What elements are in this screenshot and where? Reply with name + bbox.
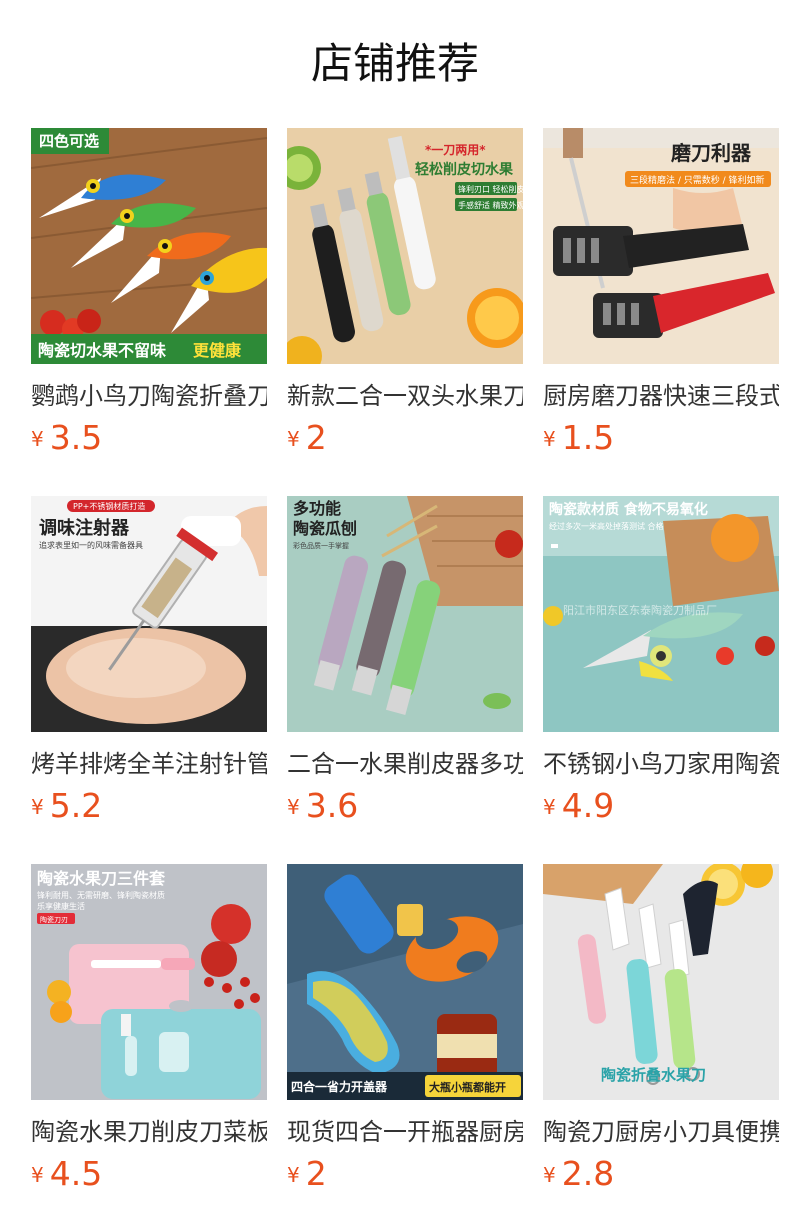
image-headline: 多功能: [293, 499, 341, 518]
image-text-top: *一刀两用*: [425, 143, 486, 157]
currency-symbol: ¥: [543, 1163, 556, 1187]
currency-symbol: ¥: [31, 1163, 44, 1187]
price-amount: 2: [305, 1154, 327, 1193]
image-sub: 追求表里如一的风味需备器具: [39, 540, 143, 550]
image-headline: 磨刀利器: [671, 141, 752, 165]
image-headline: 调味注射器: [39, 517, 130, 539]
image-caption: 大瓶小瓶都能开: [429, 1080, 506, 1094]
product-price: ¥4.9: [543, 786, 614, 830]
price-amount: 4.9: [561, 786, 615, 825]
product-image[interactable]: 陶瓷水果刀三件套 锋利耐用、无需研磨、锋利陶瓷材质 乐享健康生活 陶瓷刀刃: [31, 864, 267, 1100]
product-name[interactable]: 不锈钢小鸟刀家用陶瓷刀: [543, 746, 779, 782]
image-headline: 陶瓷款材质 食物不易氧化: [549, 501, 708, 518]
currency-symbol: ¥: [31, 795, 44, 819]
product-image[interactable]: 阳江市阳东区东泰陶瓷刀制品厂 陶瓷款材质 食物不易氧化 经过多次一米高处掉落测试…: [543, 496, 779, 732]
product-name[interactable]: 现货四合一开瓶器厨房工具: [287, 1114, 523, 1150]
product-name[interactable]: 烤羊排烤全羊注射针管: [31, 746, 267, 782]
product-image[interactable]: 多功能 陶瓷瓜刨 彩色品质一手掌握: [287, 496, 523, 732]
product-image[interactable]: 磨刀利器 三段精磨法 / 只需数秒 / 锋利如新: [543, 128, 779, 364]
product-name[interactable]: 新款二合一双头水果刀: [287, 378, 523, 414]
product-price: ¥4.5: [31, 1154, 102, 1198]
image-tag: 锋利刃口 轻松削皮: [458, 184, 523, 194]
product-name[interactable]: 鹦鹉小鸟刀陶瓷折叠刀: [31, 378, 267, 414]
currency-symbol: ¥: [543, 427, 556, 451]
page-title: 店铺推荐: [310, 39, 479, 88]
image-caption: 四合一省力开盖器: [291, 1079, 388, 1094]
product-name[interactable]: 厨房磨刀器快速三段式: [543, 378, 779, 414]
price-amount: 2.8: [561, 1154, 615, 1193]
product-price: ¥5.2: [31, 786, 102, 830]
image-headline: 陶瓷水果刀三件套: [37, 869, 166, 888]
image-badge: PP+不锈钢材质打造: [73, 501, 145, 511]
image-caption: 陶瓷切水果不留味: [38, 341, 166, 360]
price-amount: 4.5: [49, 1154, 103, 1193]
currency-symbol: ¥: [287, 1163, 300, 1187]
price-amount: 3.5: [49, 418, 103, 457]
product-price: ¥1.5: [543, 418, 614, 462]
image-watermark: 阳江市阳东区东泰陶瓷刀制品厂: [563, 603, 717, 617]
price-amount: 5.2: [49, 786, 103, 825]
product-image[interactable]: PP+不锈钢材质打造 调味注射器 追求表里如一的风味需备器具: [31, 496, 267, 732]
product-name[interactable]: 二合一水果削皮器多功能: [287, 746, 523, 782]
product-price: ¥2: [287, 418, 327, 462]
product-price: ¥3.6: [287, 786, 358, 830]
product-name[interactable]: 陶瓷水果刀削皮刀菜板套装: [31, 1114, 267, 1150]
image-sub: 彩色品质一手掌握: [293, 541, 349, 550]
product-image[interactable]: 四合一省力开盖器 大瓶小瓶都能开: [287, 864, 523, 1100]
currency-symbol: ¥: [31, 427, 44, 451]
product-price: ¥2.8: [543, 1154, 614, 1198]
product-image[interactable]: *一刀两用* 轻松削皮切水果 锋利刃口 轻松削皮 手感舒适 精致外观: [287, 128, 523, 364]
price-amount: 2: [305, 418, 327, 457]
image-sub: 经过多次一米高处掉落测试 合格: [549, 521, 664, 531]
image-headline: 陶瓷折叠水果刀: [601, 1066, 706, 1084]
image-sub: 锋利耐用、无需研磨、锋利陶瓷材质: [37, 890, 165, 900]
image-headline: 陶瓷瓜刨: [293, 519, 357, 538]
image-badge: 陶瓷刀刃: [40, 915, 68, 924]
currency-symbol: ¥: [287, 795, 300, 819]
product-price: ¥3.5: [31, 418, 102, 462]
price-amount: 3.6: [305, 786, 359, 825]
price-amount: 1.5: [561, 418, 615, 457]
image-caption-accent: 更健康: [193, 341, 242, 360]
product-name[interactable]: 陶瓷刀厨房小刀具便携: [543, 1114, 779, 1150]
image-badge: 四色可选: [39, 132, 99, 150]
product-image[interactable]: 陶瓷折叠水果刀: [543, 864, 779, 1100]
image-sub: 乐享健康生活: [37, 901, 85, 911]
currency-symbol: ¥: [543, 795, 556, 819]
product-image[interactable]: 四色可选 陶瓷切水果不留味 更健康: [31, 128, 267, 364]
image-headline: 轻松削皮切水果: [415, 161, 514, 178]
image-subline: 三段精磨法 / 只需数秒 / 锋利如新: [630, 174, 765, 186]
product-price: ¥2: [287, 1154, 327, 1198]
currency-symbol: ¥: [287, 427, 300, 451]
image-tag: 手感舒适 精致外观: [458, 200, 523, 210]
